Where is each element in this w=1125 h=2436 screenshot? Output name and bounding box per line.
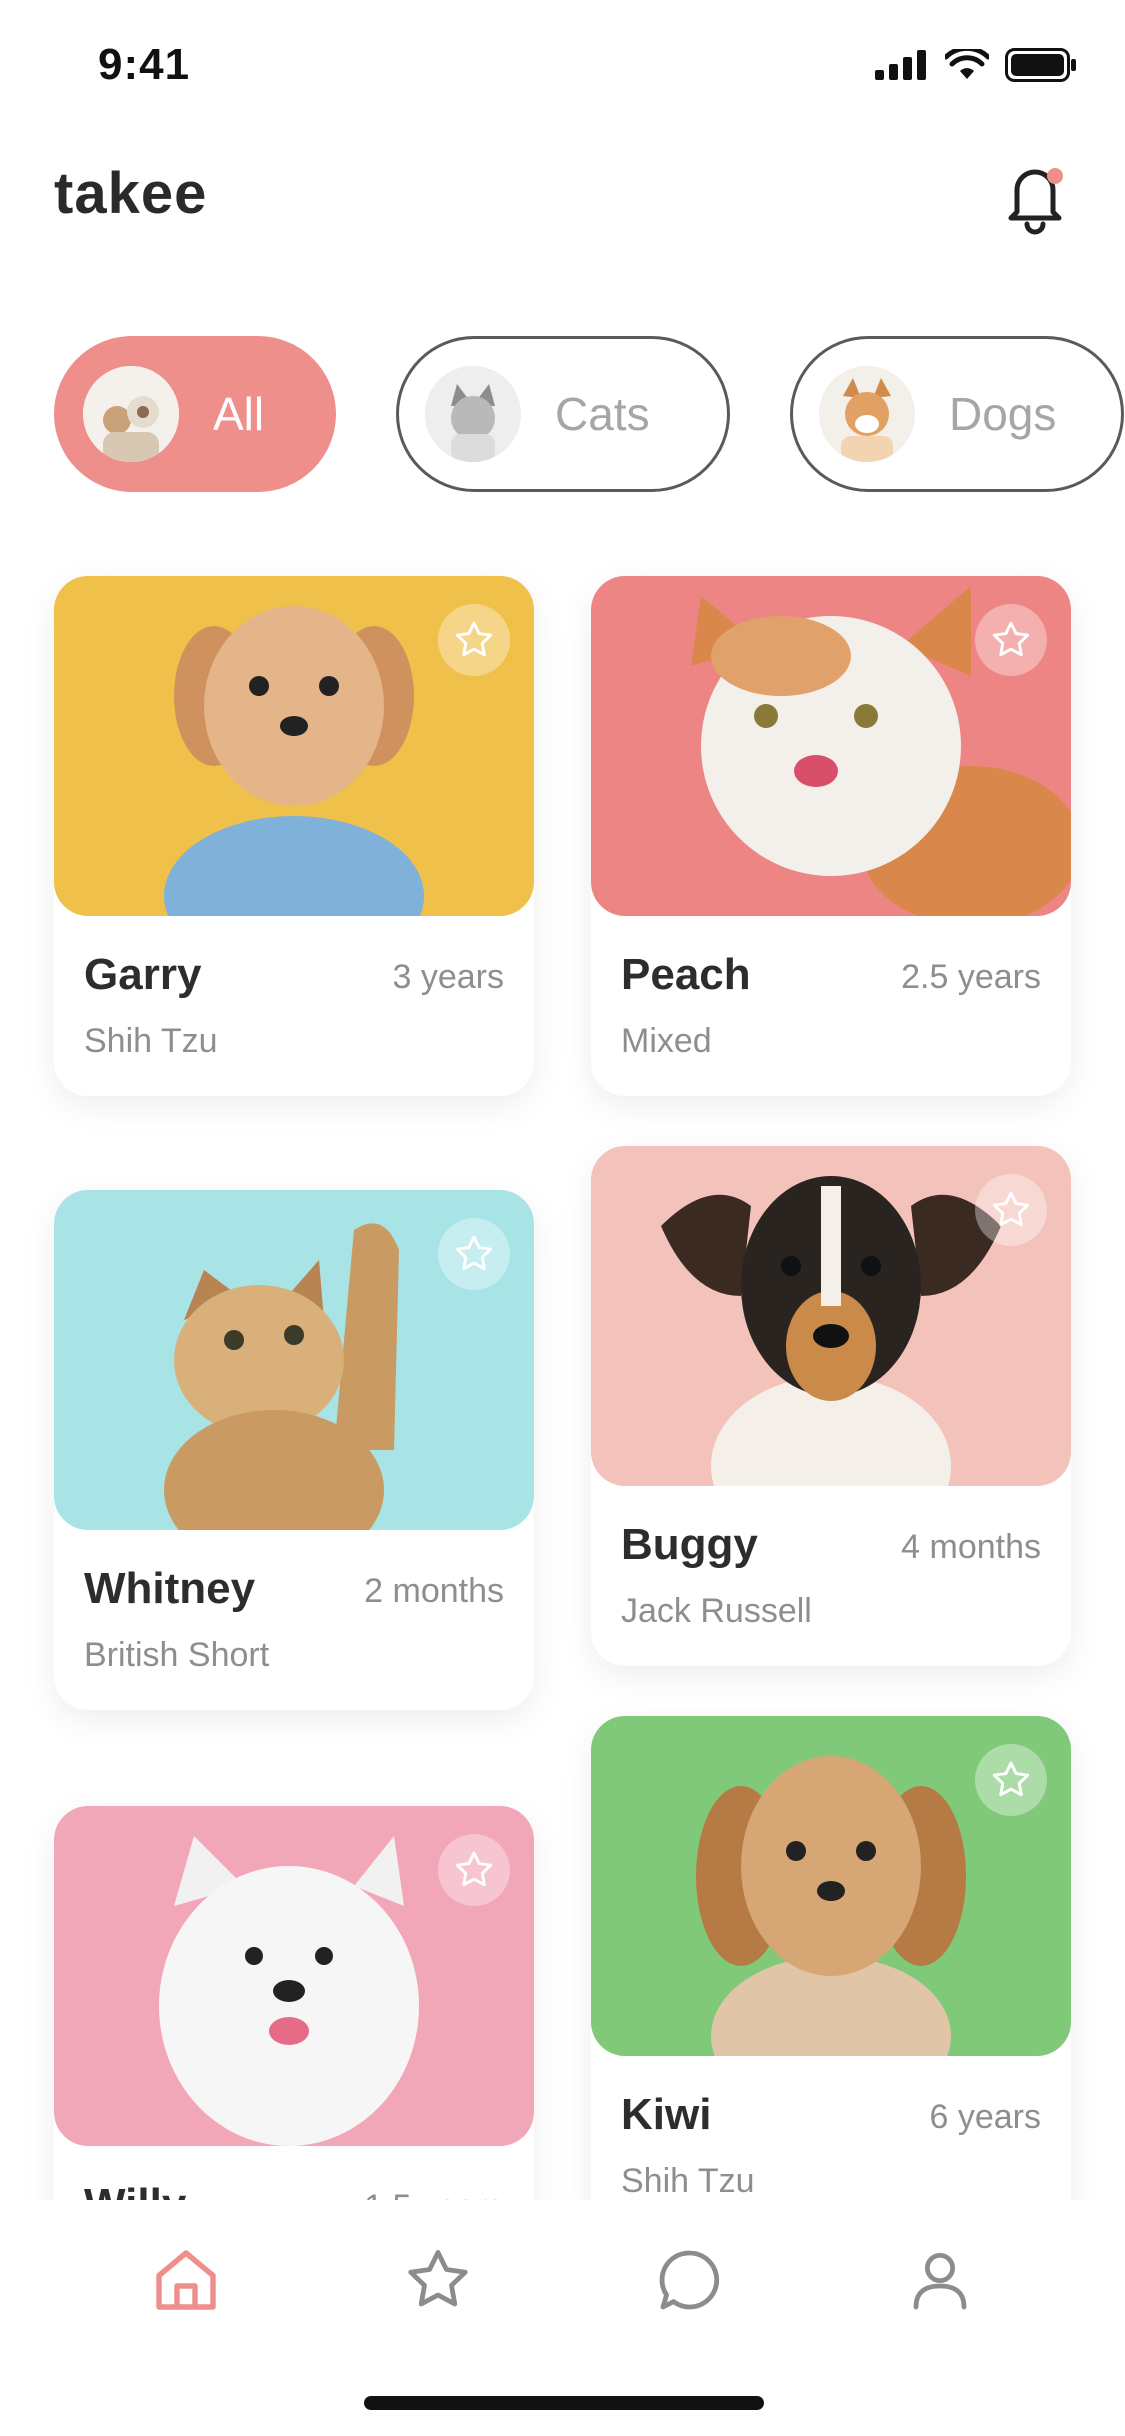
- pet-name: Garry: [84, 950, 202, 999]
- tab-favorites[interactable]: [398, 2240, 478, 2320]
- pet-name: Whitney: [84, 1564, 256, 1613]
- notifications-button[interactable]: [999, 156, 1071, 236]
- pet-card-garry[interactable]: Garry 3 years Shih Tzu: [54, 576, 534, 1096]
- pet-age: 6 years: [929, 2098, 1042, 2136]
- pet-photo: [54, 576, 534, 916]
- favorite-button[interactable]: [438, 1218, 510, 1290]
- pet-photo: [54, 1190, 534, 1530]
- favorite-button[interactable]: [975, 1744, 1047, 1816]
- battery-icon: [1005, 48, 1076, 82]
- star-icon: [455, 1851, 493, 1887]
- cat-dog-avatar: [83, 366, 179, 462]
- pet-photo: [591, 1716, 1071, 2056]
- pet-name: Peach: [621, 950, 751, 999]
- filter-chip-label: All: [213, 388, 265, 440]
- cellular-signal-icon: [875, 50, 926, 80]
- pet-name: Buggy: [621, 1520, 758, 1569]
- pet-card-buggy[interactable]: Buggy 4 months Jack Russell: [591, 1146, 1071, 1666]
- profile-icon: [913, 2253, 967, 2310]
- tab-profile[interactable]: [900, 2240, 980, 2320]
- pet-card-whitney[interactable]: Whitney 2 months British Short: [54, 1190, 534, 1710]
- star-icon: [455, 1235, 493, 1271]
- filter-chips: All Cats Dogs: [54, 336, 1124, 492]
- cat-avatar: [425, 366, 521, 462]
- filter-chip-label: Cats: [555, 388, 650, 440]
- pet-info: Whitney 2 months British Short: [54, 1530, 534, 1710]
- home-indicator[interactable]: [364, 2396, 764, 2410]
- star-icon: [992, 621, 1030, 657]
- pet-info: Garry 3 years Shih Tzu: [54, 916, 534, 1096]
- pet-card-peach[interactable]: Peach 2.5 years Mixed: [591, 576, 1071, 1096]
- pet-info: Peach 2.5 years Mixed: [591, 916, 1071, 1096]
- filter-chip-dogs[interactable]: Dogs: [790, 336, 1124, 492]
- bell-icon: [1008, 168, 1063, 235]
- tab-messages[interactable]: [650, 2240, 730, 2320]
- favorite-button[interactable]: [975, 1174, 1047, 1246]
- star-icon: [455, 621, 493, 657]
- star-icon: [992, 1191, 1030, 1227]
- pet-photo: [591, 1146, 1071, 1486]
- dog-avatar: [819, 366, 915, 462]
- star-icon: [408, 2250, 468, 2307]
- filter-chip-cats[interactable]: Cats: [396, 336, 730, 492]
- wifi-icon: [945, 49, 989, 79]
- pet-age: 4 months: [901, 1528, 1041, 1566]
- pet-age: 3 years: [392, 958, 505, 996]
- favorite-button[interactable]: [975, 604, 1047, 676]
- favorite-button[interactable]: [438, 604, 510, 676]
- star-icon: [992, 1761, 1030, 1797]
- status-time: 9:41: [98, 40, 191, 89]
- filter-chip-label: Dogs: [949, 388, 1057, 440]
- pet-breed: Shih Tzu: [621, 2162, 755, 2200]
- tab-home[interactable]: [146, 2240, 226, 2320]
- status-bar: 9:41: [0, 0, 1125, 140]
- pet-photo: [591, 576, 1071, 916]
- pet-card-kiwi[interactable]: Kiwi 6 years Shih Tzu: [591, 1716, 1071, 2236]
- pet-photo: [54, 1806, 534, 2146]
- pet-info: Buggy 4 months Jack Russell: [591, 1486, 1071, 1666]
- home-icon: [156, 2250, 216, 2310]
- pet-breed: Shih Tzu: [84, 1022, 218, 1060]
- pet-age: 2 months: [364, 1572, 504, 1610]
- unread-dot: [1047, 168, 1063, 184]
- pet-breed: British Short: [84, 1636, 270, 1674]
- pet-breed: Jack Russell: [621, 1592, 812, 1630]
- pet-name: Kiwi: [621, 2090, 712, 2139]
- app-logo: takee: [54, 161, 208, 226]
- favorite-button[interactable]: [438, 1834, 510, 1906]
- app-header: takee: [0, 150, 1125, 270]
- pet-age: 2.5 years: [901, 958, 1041, 996]
- chat-icon: [659, 2250, 720, 2310]
- filter-chip-all[interactable]: All: [54, 336, 336, 492]
- status-icons: [875, 48, 1077, 82]
- pet-breed: Mixed: [621, 1022, 712, 1060]
